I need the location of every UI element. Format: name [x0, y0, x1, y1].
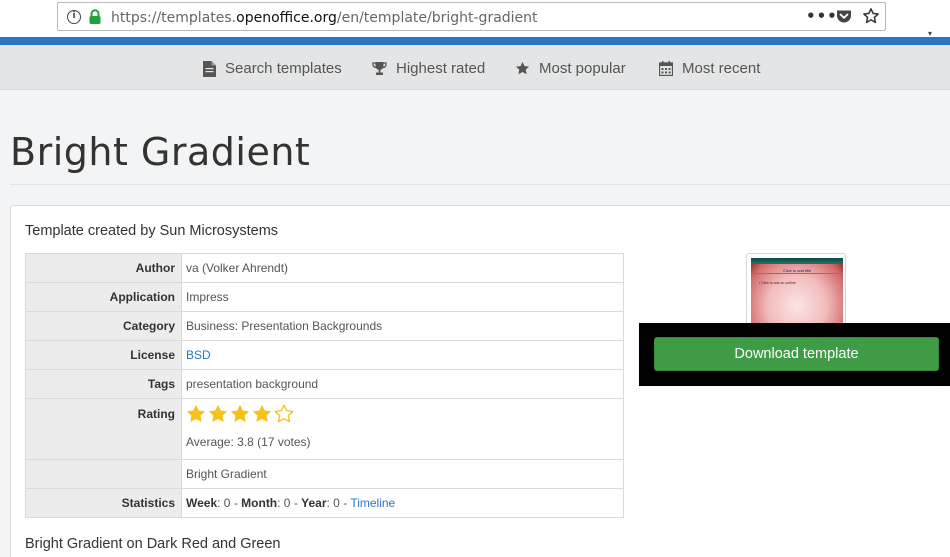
month-label: Month	[241, 496, 278, 510]
week-value: : 0 -	[217, 496, 242, 510]
slide-header-bar	[751, 258, 843, 264]
created-by-text: Template created by Sun Microsystems	[25, 223, 279, 239]
star-filled-icon[interactable]	[230, 404, 250, 424]
nav-label: Search templates	[225, 60, 342, 77]
application-label: Application	[25, 282, 182, 312]
template-details-table: Author va (Volker Ahrendt) Application I…	[25, 253, 624, 518]
title-value: Bright Gradient	[181, 459, 624, 489]
star-filled-icon[interactable]	[208, 404, 228, 424]
tags-value: presentation background	[181, 369, 624, 399]
url-text[interactable]: https://templates.openoffice.org/en/temp…	[111, 10, 538, 26]
week-label: Week	[186, 496, 218, 510]
calendar-icon	[659, 61, 673, 76]
pocket-icon[interactable]	[836, 8, 852, 24]
info-icon[interactable]: i	[67, 10, 81, 24]
bookmark-star-icon[interactable]	[862, 7, 880, 25]
category-value: Business: Presentation Backgrounds	[181, 311, 624, 341]
nav-label: Most recent	[682, 60, 761, 77]
nav-label: Highest rated	[396, 60, 486, 77]
template-description: Bright Gradient on Dark Red and Green	[25, 536, 281, 552]
year-value: : 0 -	[326, 496, 351, 510]
table-row: License BSD	[25, 340, 624, 370]
browser-toolbar: i https://templates.openoffice.org/en/te…	[0, 0, 950, 38]
rating-stars[interactable]	[186, 404, 619, 424]
download-template-button[interactable]: Download template	[654, 337, 939, 371]
star-filled-icon[interactable]	[252, 404, 272, 424]
slide-outline-text: • Click to add an outline	[759, 281, 796, 285]
license-label: License	[25, 340, 182, 370]
table-row: Rating Average: 3.8 (17 votes)	[25, 398, 624, 460]
address-bar[interactable]: i https://templates.openoffice.org/en/te…	[57, 2, 886, 31]
nav-search-templates[interactable]: Search templates	[203, 60, 342, 77]
month-value: : 0 -	[277, 496, 302, 510]
year-label: Year	[301, 496, 327, 510]
url-host: openoffice.org	[236, 10, 337, 26]
table-row: Author va (Volker Ahrendt)	[25, 253, 624, 283]
table-row: Statistics Week: 0 - Month: 0 - Year: 0 …	[25, 488, 624, 518]
statistics-label: Statistics	[25, 488, 182, 518]
document-icon	[203, 60, 216, 77]
table-row: Tags presentation background	[25, 369, 624, 399]
nav-highest-rated[interactable]: Highest rated	[372, 60, 485, 77]
rating-label: Rating	[25, 398, 182, 460]
rating-average: Average: 3.8 (17 votes)	[186, 435, 311, 449]
site-nav: Search templates Highest rated Most popu…	[0, 45, 950, 90]
url-prefix: https://templates.	[111, 10, 237, 26]
table-row: Category Business: Presentation Backgrou…	[25, 311, 624, 341]
more-dots-icon[interactable]: •••	[806, 7, 838, 25]
trophy-icon	[372, 62, 387, 75]
slide-preview: Click to add title • Click to add an out…	[751, 258, 843, 324]
rating-cell: Average: 3.8 (17 votes)	[181, 398, 624, 460]
star-filled-icon[interactable]	[186, 404, 206, 424]
author-value: va (Volker Ahrendt)	[181, 253, 624, 283]
license-link[interactable]: BSD	[186, 348, 211, 362]
nav-label: Most popular	[539, 60, 626, 77]
timeline-link[interactable]: Timeline	[350, 496, 395, 510]
page-title: Bright Gradient	[10, 130, 311, 174]
star-empty-icon[interactable]	[274, 404, 294, 424]
application-value: Impress	[181, 282, 624, 312]
slide-divider	[754, 273, 840, 274]
tags-label: Tags	[25, 369, 182, 399]
license-cell: BSD	[181, 340, 624, 370]
site-accent-bar	[0, 37, 950, 45]
lock-icon	[89, 9, 101, 24]
url-path: /en/template/bright-gradient	[336, 10, 538, 26]
nav-most-popular[interactable]: Most popular	[515, 60, 626, 77]
author-label: Author	[25, 253, 182, 283]
table-row: Bright Gradient	[25, 459, 624, 489]
category-label: Category	[25, 311, 182, 341]
empty-label	[25, 459, 182, 489]
table-row: Application Impress	[25, 282, 624, 312]
statistics-value: Week: 0 - Month: 0 - Year: 0 - Timeline	[181, 488, 624, 518]
star-icon	[515, 61, 530, 75]
title-divider	[10, 184, 950, 185]
template-thumbnail[interactable]: Click to add title • Click to add an out…	[746, 253, 846, 325]
nav-most-recent[interactable]: Most recent	[659, 60, 760, 77]
